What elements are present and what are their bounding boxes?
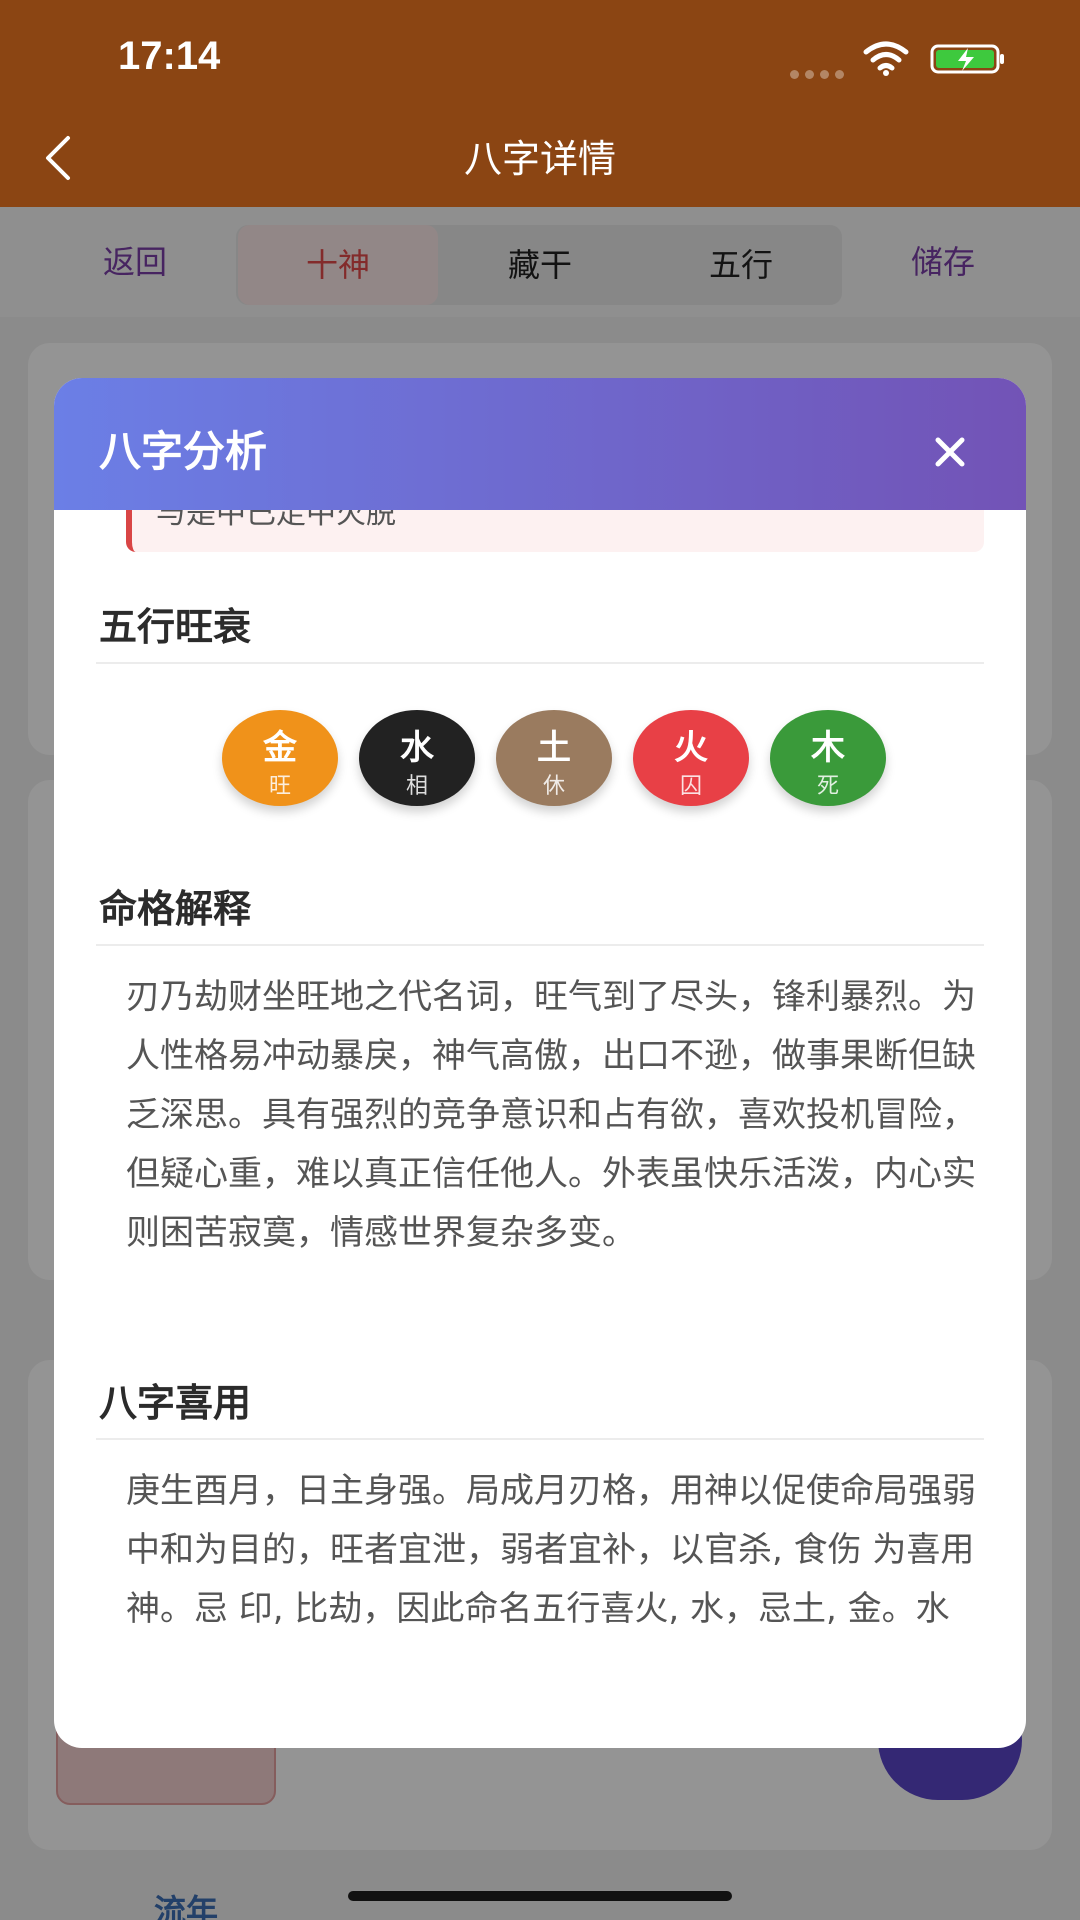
element-name: 木: [811, 728, 845, 768]
section-divider: [96, 944, 984, 946]
element-name: 金: [263, 728, 297, 768]
element-name: 水: [400, 728, 434, 768]
element-badge-water: 水 相: [359, 710, 475, 806]
highlight-note: 与是中已走中火脱: [126, 496, 984, 552]
close-icon[interactable]: [930, 432, 970, 472]
element-badge-earth: 土 休: [496, 710, 612, 806]
bazi-analysis-modal: 与是中已走中火脱 八字分析 五行旺衰 金 旺 水 相 土 休 火 囚 木 死 命…: [54, 378, 1026, 1748]
mingge-description: 刃乃劫财坐旺地之代名词，旺气到了尽头，锋利暴烈。为人性格易冲动暴戾，神气高傲，出…: [126, 977, 976, 1253]
element-state: 死: [816, 774, 839, 799]
page-title: 八字详情: [463, 137, 616, 181]
section-title-wuxing: 五行旺衰: [99, 605, 252, 649]
signal-dots-icon: [790, 64, 850, 83]
element-state: 旺: [268, 774, 291, 799]
status-time: 17:14: [118, 34, 221, 78]
section-divider: [96, 662, 984, 664]
element-badge-metal: 金 旺: [222, 710, 338, 806]
element-state: 相: [405, 774, 428, 799]
element-state: 囚: [679, 774, 702, 799]
battery-charging-icon: [930, 44, 1004, 74]
app-header: 17:14 八字详情: [0, 0, 1080, 207]
wifi-icon: [863, 41, 909, 76]
element-state: 休: [542, 774, 565, 799]
modal-header: 八字分析: [54, 378, 1026, 510]
section-title-xiyong: 八字喜用: [99, 1381, 252, 1425]
section-title-mingge: 命格解释: [99, 887, 252, 931]
wuxing-elements: 金 旺 水 相 土 休 火 囚 木 死: [222, 710, 922, 806]
element-name: 土: [537, 728, 571, 768]
element-badge-fire: 火 囚: [633, 710, 749, 806]
home-indicator: [348, 1891, 732, 1901]
element-badge-wood: 木 死: [770, 710, 886, 806]
modal-title: 八字分析: [99, 427, 268, 476]
section-divider: [96, 1438, 984, 1440]
xiyong-description: 庚生酉月，日主身强。局成月刃格，用神以促使命局强弱中和为目的，旺者宜泄，弱者宜补…: [126, 1471, 976, 1629]
element-name: 火: [674, 728, 708, 768]
